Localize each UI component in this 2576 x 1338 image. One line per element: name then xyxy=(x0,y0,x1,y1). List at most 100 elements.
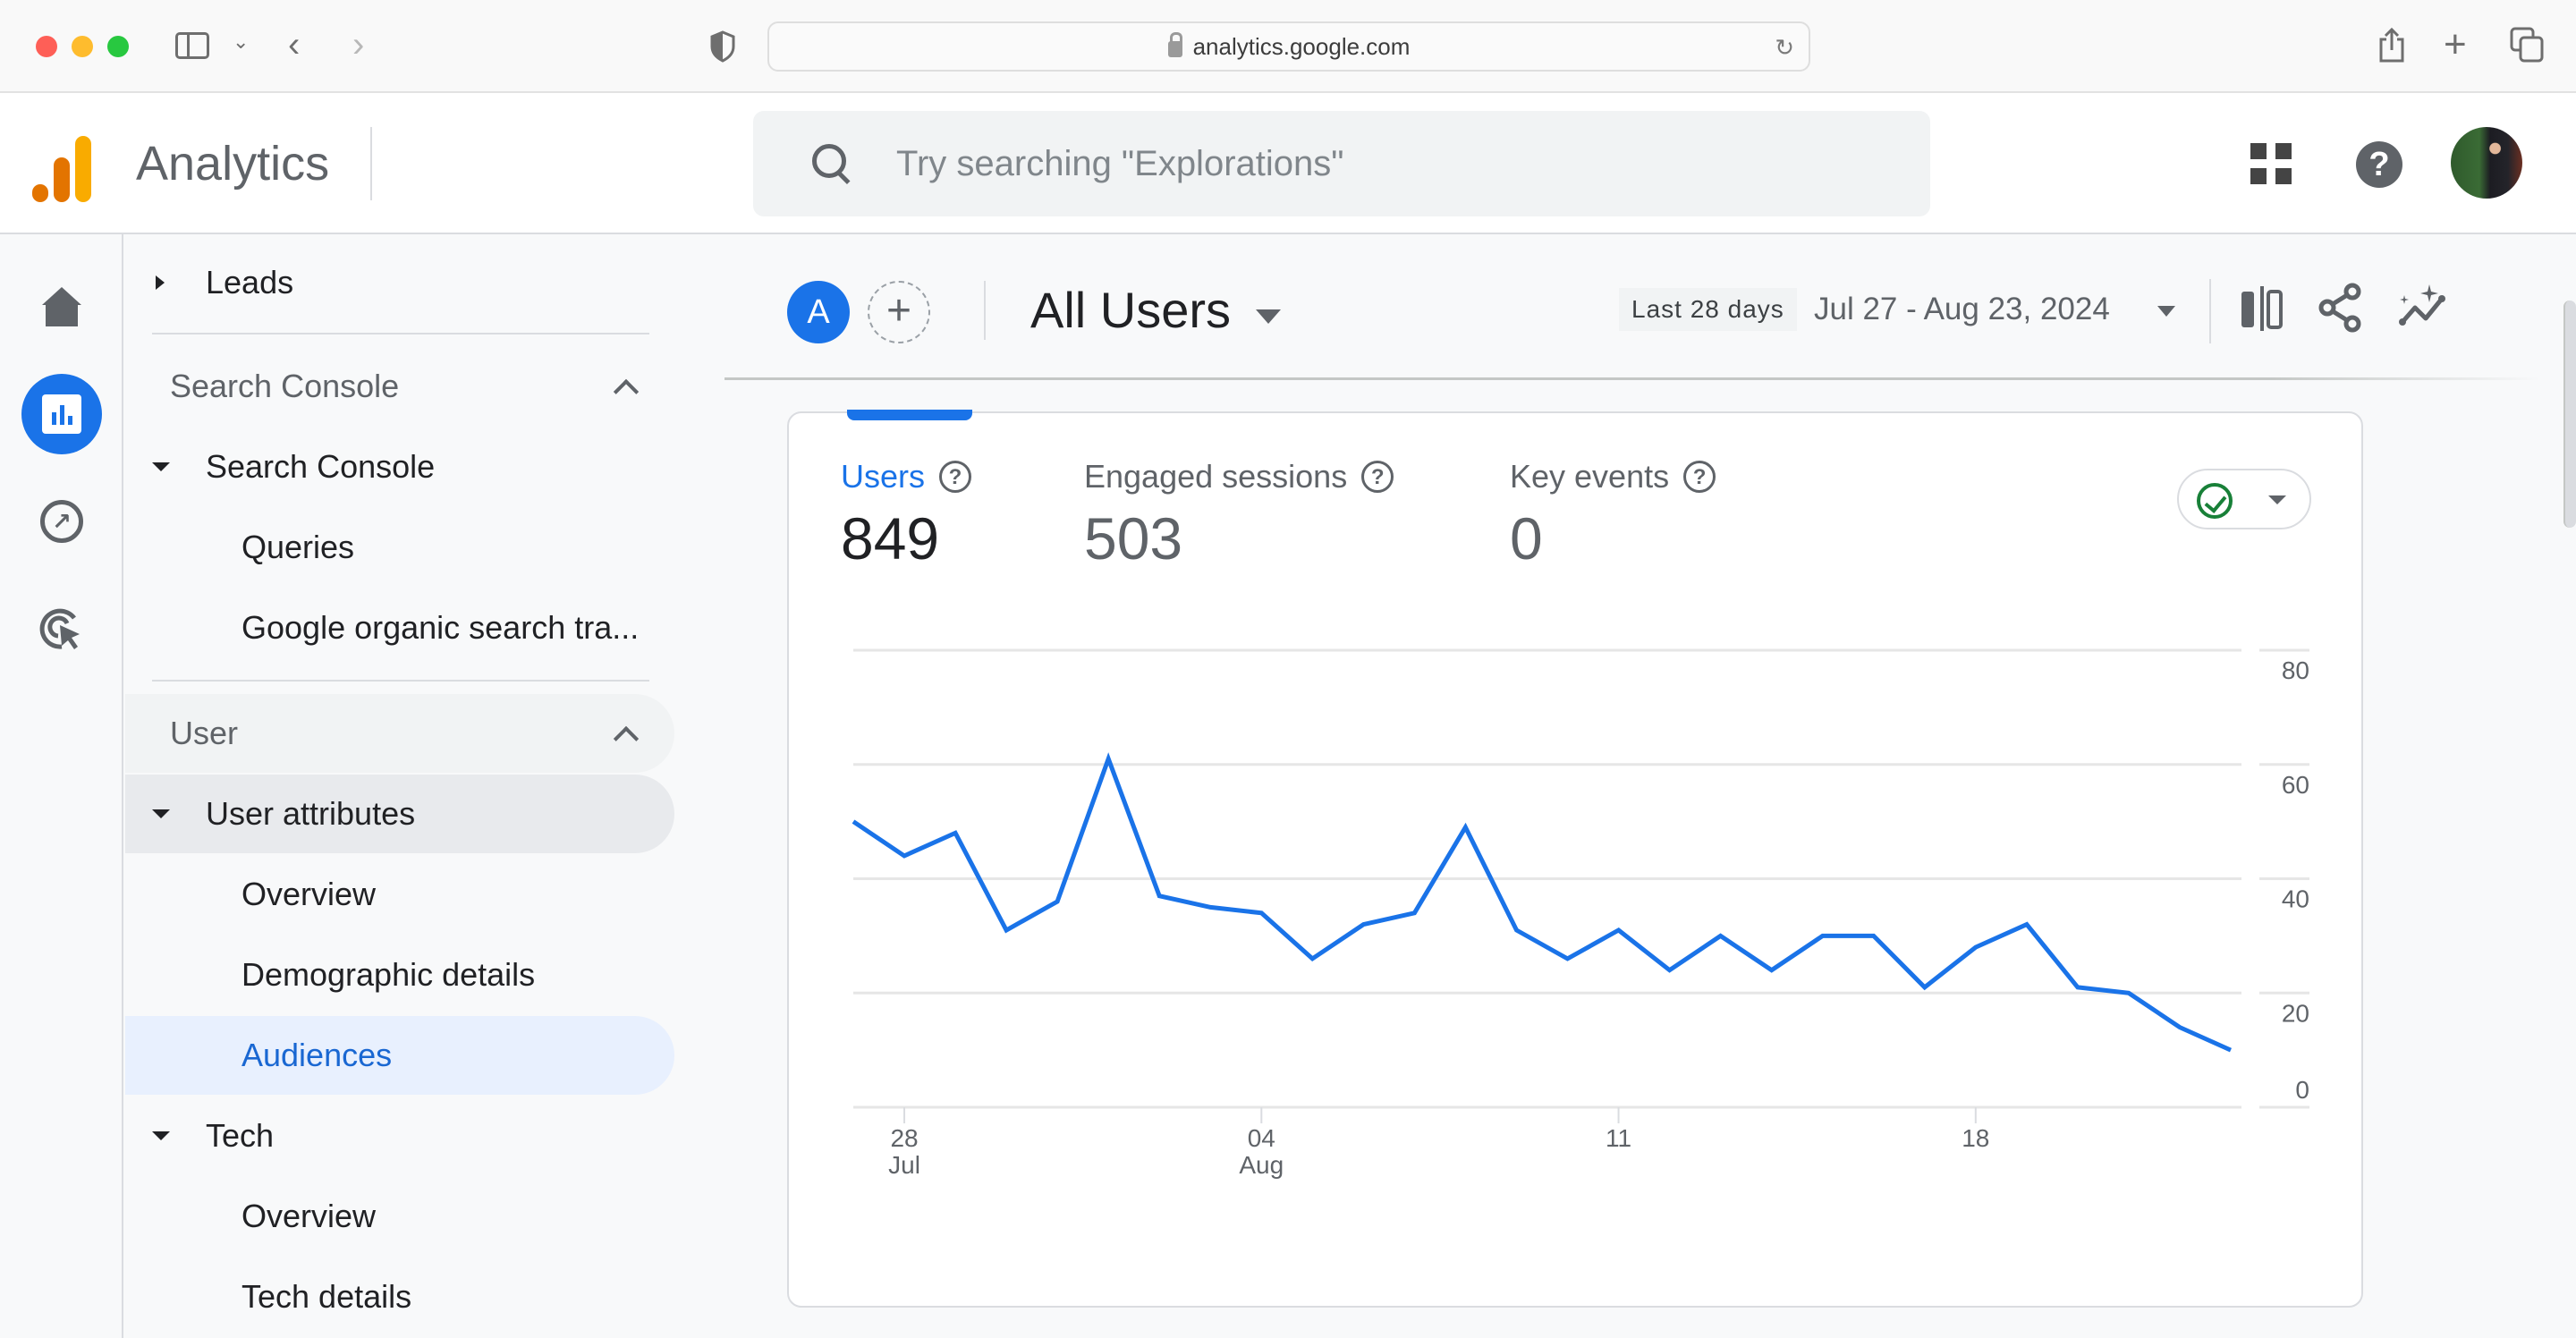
date-range-picker[interactable]: Jul 27 - Aug 23, 2024 xyxy=(1814,292,2110,327)
date-preset-chip[interactable]: Last 28 days xyxy=(1619,288,1797,331)
data-point xyxy=(1360,922,1366,927)
nav-divider xyxy=(152,680,649,682)
search-icon xyxy=(810,142,853,185)
rail-advertising[interactable] xyxy=(21,589,102,669)
data-point xyxy=(1922,985,1928,990)
chevron-up-icon xyxy=(613,378,640,405)
page-scrollbar[interactable] xyxy=(2563,301,2576,528)
nav-group-user-attributes[interactable]: User attributes xyxy=(125,775,674,853)
url-text: analytics.google.com xyxy=(1192,32,1411,60)
reports-icon xyxy=(42,394,81,434)
caret-down-icon xyxy=(152,809,170,818)
data-point xyxy=(1718,933,1724,938)
nav-section-search-console[interactable]: Search Console xyxy=(125,347,674,426)
chevron-up-icon xyxy=(613,725,640,752)
nav-group-tech[interactable]: Tech xyxy=(125,1097,674,1175)
users-line-chart: 0 20 40 60 80 28Jul 04Aug 11 18 xyxy=(851,648,2309,1179)
nav-item-queries[interactable]: Queries xyxy=(125,508,674,587)
nav-item-user-overview[interactable]: Overview xyxy=(125,855,674,934)
header-divider xyxy=(370,127,372,200)
data-point xyxy=(2126,990,2131,995)
privacy-shield-icon[interactable] xyxy=(710,30,735,63)
nav-item-tech-overview[interactable]: Overview xyxy=(125,1177,674,1256)
data-point xyxy=(851,819,856,825)
reload-icon[interactable]: ↻ xyxy=(1775,34,1794,62)
tab-overview-icon[interactable] xyxy=(2510,27,2544,63)
nav-item-tech-details[interactable]: Tech details xyxy=(125,1258,674,1336)
caret-down-icon[interactable] xyxy=(2157,306,2175,317)
home-icon xyxy=(42,287,81,326)
data-point xyxy=(1820,933,1826,938)
y-tick-label: 60 xyxy=(2282,771,2309,799)
data-point xyxy=(1208,904,1213,910)
data-point xyxy=(1565,956,1571,961)
caret-down-icon xyxy=(152,462,170,471)
apps-grid-icon[interactable] xyxy=(2250,143,2292,184)
x-tick-label: 18 xyxy=(1962,1124,1989,1152)
zoom-window-button[interactable] xyxy=(107,36,129,57)
caret-right-icon xyxy=(156,275,165,290)
data-point xyxy=(1055,899,1060,904)
chevron-down-icon[interactable]: ⌄ xyxy=(233,32,249,52)
x-tick-label: 04 xyxy=(1248,1124,1275,1152)
x-tick-month-label: Aug xyxy=(1239,1151,1284,1179)
x-tick-label: 28 xyxy=(890,1124,918,1152)
search-input[interactable] xyxy=(896,143,1880,184)
close-window-button[interactable] xyxy=(36,36,57,57)
nav-item-demographic-details[interactable]: Demographic details xyxy=(125,936,674,1014)
nav-item-leads[interactable]: Leads xyxy=(125,243,674,322)
browser-toolbar: ⌄ ‹ › analytics.google.com ↻ + xyxy=(0,0,2576,93)
nav-section-user[interactable]: User xyxy=(125,694,674,773)
add-comparison-button[interactable]: + xyxy=(868,281,930,343)
data-point xyxy=(1004,927,1009,933)
nav-item-audiences[interactable]: Audiences xyxy=(125,1016,674,1095)
overview-card: Users? 849 Engaged sessions? 503 Key eve… xyxy=(787,410,2363,1308)
app-header: Analytics ? xyxy=(0,93,2576,234)
data-point xyxy=(1462,825,1468,830)
app-title: Analytics xyxy=(136,137,330,191)
help-icon[interactable]: ? xyxy=(2356,141,2402,188)
report-navigation: Leads Search Console Search Console Quer… xyxy=(125,234,680,1338)
forward-icon[interactable]: › xyxy=(352,27,364,63)
compare-icon[interactable] xyxy=(2240,286,2284,331)
data-point xyxy=(2024,922,2029,927)
data-point xyxy=(1106,756,1111,761)
data-point xyxy=(1411,910,1417,916)
avatar[interactable] xyxy=(2451,127,2522,199)
caret-down-icon[interactable] xyxy=(1256,309,1281,324)
share-page-icon[interactable] xyxy=(2377,27,2406,64)
back-icon[interactable]: ‹ xyxy=(288,27,300,63)
data-point xyxy=(1616,927,1622,933)
header-divider xyxy=(984,281,986,340)
data-point xyxy=(1309,956,1315,961)
new-tab-icon[interactable]: + xyxy=(2444,25,2467,64)
insights-icon[interactable] xyxy=(2397,283,2449,333)
sidebar-toggle-icon[interactable] xyxy=(175,32,209,59)
header-shadow xyxy=(724,377,2540,380)
address-bar[interactable]: analytics.google.com ↻ xyxy=(767,21,1810,72)
rail-reports[interactable] xyxy=(21,374,102,454)
rail-home[interactable] xyxy=(21,267,102,347)
comparison-title[interactable]: All Users xyxy=(1030,281,1231,339)
left-rail: ↗ xyxy=(0,234,123,1338)
data-point xyxy=(2075,985,2080,990)
nav-item-google-organic-search-traffic[interactable]: Google organic search tra... xyxy=(125,589,674,667)
data-point xyxy=(1513,927,1519,933)
nav-group-search-console[interactable]: Search Console xyxy=(125,428,674,506)
data-point xyxy=(1973,944,1979,950)
share-icon[interactable] xyxy=(2318,283,2363,333)
users-series-line xyxy=(852,752,2233,1053)
advertising-icon xyxy=(39,608,80,649)
data-point xyxy=(1769,968,1775,973)
rail-explore[interactable]: ↗ xyxy=(21,481,102,562)
caret-down-icon xyxy=(152,1131,170,1140)
data-point xyxy=(2177,1025,2182,1030)
data-point xyxy=(2228,1047,2233,1053)
search-bar[interactable] xyxy=(753,111,1930,216)
analytics-logo-icon xyxy=(32,136,95,202)
data-point xyxy=(1871,933,1877,938)
minimize-window-button[interactable] xyxy=(72,36,93,57)
data-point xyxy=(902,853,907,859)
x-tick-label: 11 xyxy=(1606,1124,1631,1152)
segment-a-badge[interactable]: A xyxy=(787,281,850,343)
